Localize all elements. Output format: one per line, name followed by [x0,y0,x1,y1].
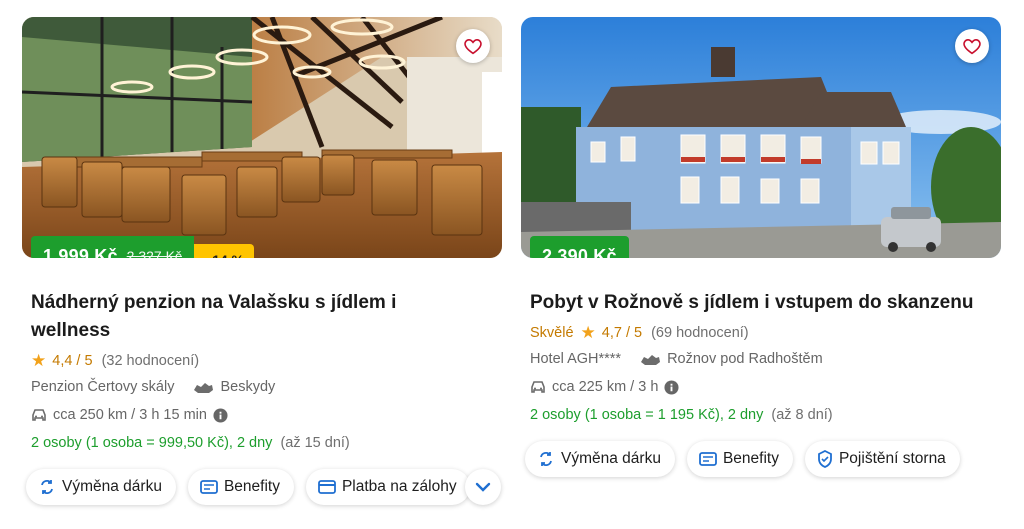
offer-title[interactable]: Pobyt v Rožnově s jídlem i vstupem do sk… [530,289,1000,317]
offer-row: 2 osoby (1 osoba = 999,50 Kč), 2 dny (až… [31,435,350,451]
cloud-region-icon [192,380,214,394]
offer-text: 2 osoby (1 osoba = 999,50 Kč), 2 dny [31,435,273,451]
offer-row: 2 osoby (1 osoba = 1 195 Kč), 2 dny (až … [530,407,833,423]
location-row: Penzion Čertovy skály Beskydy [31,379,275,395]
chip-gift-exchange[interactable]: Výměna dárku [525,441,675,477]
chip-label: Výměna dárku [561,450,661,467]
rating-row: Skvělé ★ 4,7 / 5 (69 hodnocení) [530,323,749,343]
offer-card-2[interactable]: 2 390 Kč Pobyt v Rožnově s jídlem i vstu… [521,17,1001,477]
rating-row: ★ 4,4 / 5 (32 hodnocení) [31,351,199,371]
price-original: 2 327 Kč [126,248,182,258]
chip-gift-exchange[interactable]: Výměna dárku [26,469,176,505]
rating-label: Skvělé [530,325,574,341]
offer-title[interactable]: Nádherný penzion na Valašsku s jídlem i … [31,289,431,345]
review-count: (32 hodnocení) [101,353,200,369]
chip-label: Benefity [223,478,280,495]
feature-chips: Výměna dárku Benefity Pojištění storna [525,441,960,477]
voucher-icon [200,480,218,494]
gift-exchange-icon [38,478,56,496]
chip-label: Pojištění storna [838,450,946,467]
info-icon[interactable] [664,379,679,395]
car-icon [31,408,47,422]
distance-row: cca 225 km / 3 h [530,379,685,395]
discount-badge: −14 % [193,244,255,258]
offer-extra: (až 8 dní) [771,407,833,423]
price-badge: 2 390 Kč [530,236,629,258]
star-icon: ★ [31,351,47,370]
price-current: 2 390 Kč [542,245,617,259]
restaurant-photo [22,17,502,258]
gift-exchange-icon [537,450,555,468]
price-box: 1 999 Kč 2 327 Kč [31,236,194,258]
heart-icon [963,39,981,55]
region-name: Beskydy [220,379,276,395]
car-icon [530,380,546,394]
feature-chips: Výměna dárku Benefity Platba na zálohy [26,469,470,505]
price-badge: 1 999 Kč 2 327 Kč −14 % [31,236,255,258]
price-current: 1 999 Kč [43,245,118,259]
offer-extra: (až 15 dní) [280,435,350,451]
distance-row: cca 250 km / 3 h 15 min [31,407,234,423]
cloud-region-icon [639,352,661,366]
location-row: Hotel AGH**** Rožnov pod Radhoštěm [530,351,823,367]
payment-card-icon [318,480,336,494]
favorite-button[interactable] [955,29,989,63]
insurance-icon [817,450,833,468]
rating-value: 4,4 / 5 [52,353,93,369]
review-count: (69 hodnocení) [651,325,749,341]
offer-text: 2 osoby (1 osoba = 1 195 Kč), 2 dny [530,407,764,423]
chip-label: Benefity [722,450,779,467]
distance-text: cca 250 km / 3 h 15 min [53,407,207,423]
favorite-button[interactable] [456,29,490,63]
star-icon: ★ [580,323,596,342]
info-icon[interactable] [213,407,228,423]
chips-more-button[interactable] [465,469,501,505]
region-name: Rožnov pod Radhoštěm [667,351,823,367]
chip-benefits[interactable]: Benefity [686,441,793,477]
heart-icon [464,39,482,55]
offer-photo[interactable]: 2 390 Kč [521,17,1001,258]
chip-deposit-payment[interactable]: Platba na zálohy [305,469,470,505]
hotel-photo [521,17,1001,258]
rating-value: 4,7 / 5 [601,325,643,341]
chip-cancellation-insurance[interactable]: Pojištění storna [804,441,960,477]
price-box: 2 390 Kč [530,236,629,258]
offer-card-1[interactable]: 1 999 Kč 2 327 Kč −14 % Nádherný penzion… [22,17,502,505]
chip-benefits[interactable]: Benefity [187,469,294,505]
distance-text: cca 225 km / 3 h [552,379,659,395]
chip-label: Platba na zálohy [341,478,457,495]
hotel-name: Hotel AGH**** [530,351,622,367]
voucher-icon [699,452,717,466]
hotel-name: Penzion Čertovy skály [31,379,175,395]
offer-photo[interactable]: 1 999 Kč 2 327 Kč −14 % [22,17,502,258]
chevron-down-icon [475,482,491,492]
chip-label: Výměna dárku [62,478,162,495]
